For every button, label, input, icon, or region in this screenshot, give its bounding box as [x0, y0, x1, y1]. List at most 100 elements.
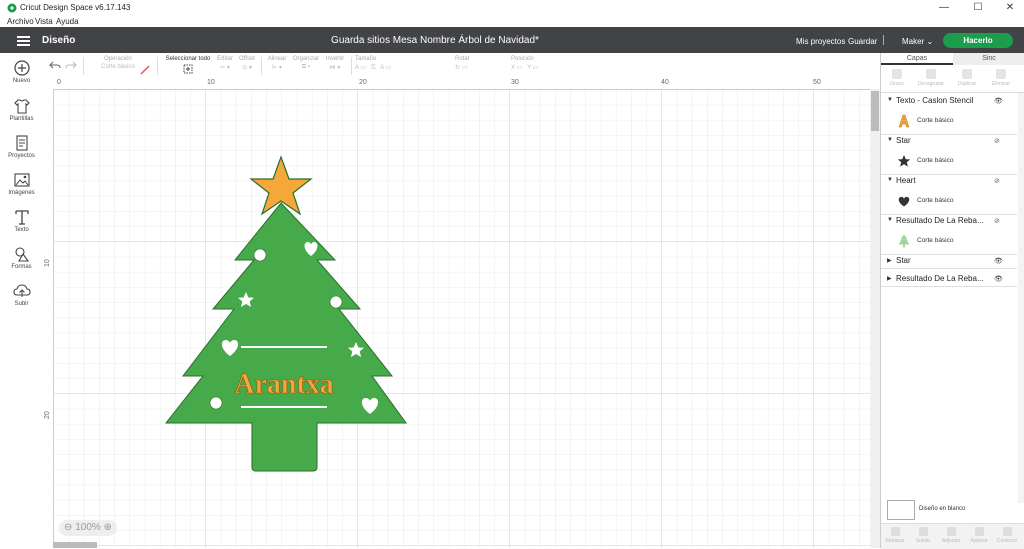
- menu-vista[interactable]: Vista: [35, 17, 53, 26]
- vertical-scrollbar[interactable]: [870, 89, 880, 548]
- tab-sync[interactable]: Sinc: [953, 53, 1024, 65]
- collapse-arrow-icon[interactable]: ▼: [887, 177, 893, 183]
- zoom-out-icon[interactable]: ⊖: [64, 522, 72, 533]
- operation-label: Operación: [104, 56, 132, 62]
- layer-item[interactable]: ▼ Texto - Caslon Stencil 👁 Corte básico: [881, 94, 1017, 135]
- ungroup-button[interactable]: Desagrupar: [917, 69, 945, 87]
- menu-ayuda[interactable]: Ayuda: [56, 17, 79, 26]
- flip-icon: ⋈ ▾: [329, 65, 341, 71]
- minimize-button[interactable]: —: [928, 0, 960, 16]
- save-link[interactable]: Guardar: [848, 37, 877, 46]
- nav-upload[interactable]: Subir: [0, 282, 43, 307]
- collapse-arrow-icon[interactable]: ▼: [887, 137, 893, 143]
- nav-templates-label: Plantillas: [9, 116, 34, 122]
- offset-control[interactable]: Offset ◎ ▾: [235, 56, 259, 74]
- blank-canvas-swatch[interactable]: [887, 500, 915, 520]
- flatten-icon: [974, 527, 984, 536]
- position-label: Posición: [511, 56, 534, 62]
- layer-item[interactable]: ▶ Resultado De La Reba... 👁: [881, 272, 1017, 287]
- size-height-input[interactable]: A: [380, 65, 384, 71]
- nav-shapes[interactable]: Formas: [0, 245, 43, 270]
- zoom-control[interactable]: ⊖ 100% ⊕: [59, 520, 117, 536]
- expand-arrow-icon[interactable]: ▶: [887, 275, 892, 282]
- position-x-input[interactable]: X: [511, 65, 515, 71]
- redo-icon[interactable]: [65, 60, 77, 70]
- collapse-arrow-icon[interactable]: ▼: [887, 97, 893, 103]
- operation-control[interactable]: Operación Corte básico: [91, 56, 145, 74]
- horizontal-scrollbar[interactable]: [53, 542, 97, 548]
- layers-scrollbar[interactable]: [1018, 93, 1024, 503]
- select-all-icon: [183, 64, 193, 74]
- flip-control[interactable]: Invertir ⋈ ▾: [323, 56, 347, 74]
- eye-icon[interactable]: 👁: [994, 257, 1003, 265]
- size-width-input[interactable]: A: [355, 65, 359, 71]
- expand-arrow-icon[interactable]: ▶: [887, 257, 892, 264]
- eye-hidden-icon[interactable]: ⊘: [994, 177, 1000, 185]
- operation-select[interactable]: Corte básico: [91, 64, 145, 74]
- menu-archivo[interactable]: Archivo: [7, 17, 34, 26]
- ornament-cutout: [253, 248, 267, 262]
- maximize-button[interactable]: ☐: [962, 0, 994, 16]
- toolbar-divider: [83, 57, 84, 75]
- my-projects-link[interactable]: Mis proyectos: [796, 37, 845, 46]
- rotate-input[interactable]: ↻ ▭: [455, 64, 505, 74]
- undo-icon[interactable]: [49, 60, 61, 70]
- edit-label: Editar: [217, 56, 233, 62]
- position-y-input[interactable]: Y: [527, 65, 531, 71]
- pen-color-icon[interactable]: [139, 65, 151, 75]
- make-it-button[interactable]: Hacerlo: [943, 33, 1013, 48]
- eye-icon[interactable]: 👁: [994, 97, 1003, 105]
- nav-projects[interactable]: Proyectos: [0, 134, 43, 159]
- position-control[interactable]: Posición X ▭ Y ▭: [511, 56, 601, 74]
- upload-icon: [12, 284, 31, 297]
- eye-hidden-icon[interactable]: ⊘: [994, 137, 1000, 145]
- design-canvas[interactable]: 0 10 20 30 40 50 10 20 Arantxa ⊖ 100% ⊕: [43, 79, 880, 548]
- close-window-button[interactable]: ✕: [994, 0, 1024, 16]
- tab-layers[interactable]: Capas: [881, 53, 953, 65]
- machine-select[interactable]: Maker ⌄: [902, 37, 933, 46]
- delete-button[interactable]: Eliminar: [987, 69, 1015, 87]
- nav-new[interactable]: Nuevo: [0, 59, 43, 84]
- chevron-down-icon: ⌄: [926, 37, 934, 46]
- duplicate-button[interactable]: Duplicar: [953, 69, 981, 87]
- arrange-control[interactable]: Organizar ⧉ ▾: [291, 56, 321, 74]
- layer-item[interactable]: ▶ Star 👁: [881, 254, 1017, 269]
- shirt-icon: [13, 99, 30, 114]
- nav-text[interactable]: Texto: [0, 208, 43, 233]
- name-line-bottom: [241, 406, 327, 408]
- app-header: Diseño Guarda sitios Mesa Nombre Árbol d…: [0, 27, 1024, 53]
- edit-control[interactable]: Editar ✂ ▾: [213, 56, 237, 74]
- layer-item[interactable]: ▼ Heart ⊘ Corte básico: [881, 174, 1017, 215]
- nav-upload-label: Subir: [14, 301, 29, 307]
- eye-icon[interactable]: 👁: [994, 275, 1003, 283]
- nav-images[interactable]: Imágenes: [0, 171, 43, 196]
- menu-bar: Archivo Vista Ayuda: [0, 16, 1024, 27]
- collapse-arrow-icon[interactable]: ▼: [887, 217, 893, 223]
- align-control[interactable]: Alinear ⊫ ▾: [265, 56, 289, 74]
- group-button[interactable]: Grupo: [883, 69, 911, 87]
- slice-button[interactable]: Rebanar: [881, 527, 909, 544]
- toolbar-divider: [351, 57, 352, 75]
- edit-toolbar: Operación Corte básico Seleccionar todo …: [43, 53, 880, 80]
- eye-hidden-icon[interactable]: ⊘: [994, 217, 1000, 225]
- layer-item[interactable]: ▼ Resultado De La Reba... ⊘ Corte básico: [881, 214, 1017, 255]
- select-all-control[interactable]: Seleccionar todo: [163, 56, 213, 74]
- flatten-button[interactable]: Aplanar: [965, 527, 993, 544]
- contour-button[interactable]: Contorno: [993, 527, 1021, 544]
- arrange-label: Organizar: [292, 56, 320, 62]
- weld-button[interactable]: Soldar: [909, 527, 937, 544]
- zoom-in-icon[interactable]: ⊕: [104, 522, 112, 533]
- layer-item[interactable]: ▼ Star ⊘ Corte básico: [881, 134, 1017, 175]
- nav-templates[interactable]: Plantillas: [0, 97, 43, 122]
- offset-label: Offset: [239, 56, 255, 62]
- scroll-thumb[interactable]: [871, 91, 879, 131]
- trash-icon: [996, 69, 1006, 79]
- machine-label: Maker: [902, 37, 925, 46]
- name-text[interactable]: Arantxa: [234, 369, 334, 401]
- attach-button[interactable]: Adjuntar: [937, 527, 965, 544]
- offset-icon: ◎ ▾: [242, 65, 252, 71]
- size-control[interactable]: Tamaño A ▭ ⚿ A ▭: [355, 56, 455, 74]
- canvas-grid: Arantxa: [54, 90, 870, 548]
- ornament-cutout: [329, 295, 343, 309]
- rotate-control[interactable]: Rotar ↻ ▭: [455, 56, 505, 74]
